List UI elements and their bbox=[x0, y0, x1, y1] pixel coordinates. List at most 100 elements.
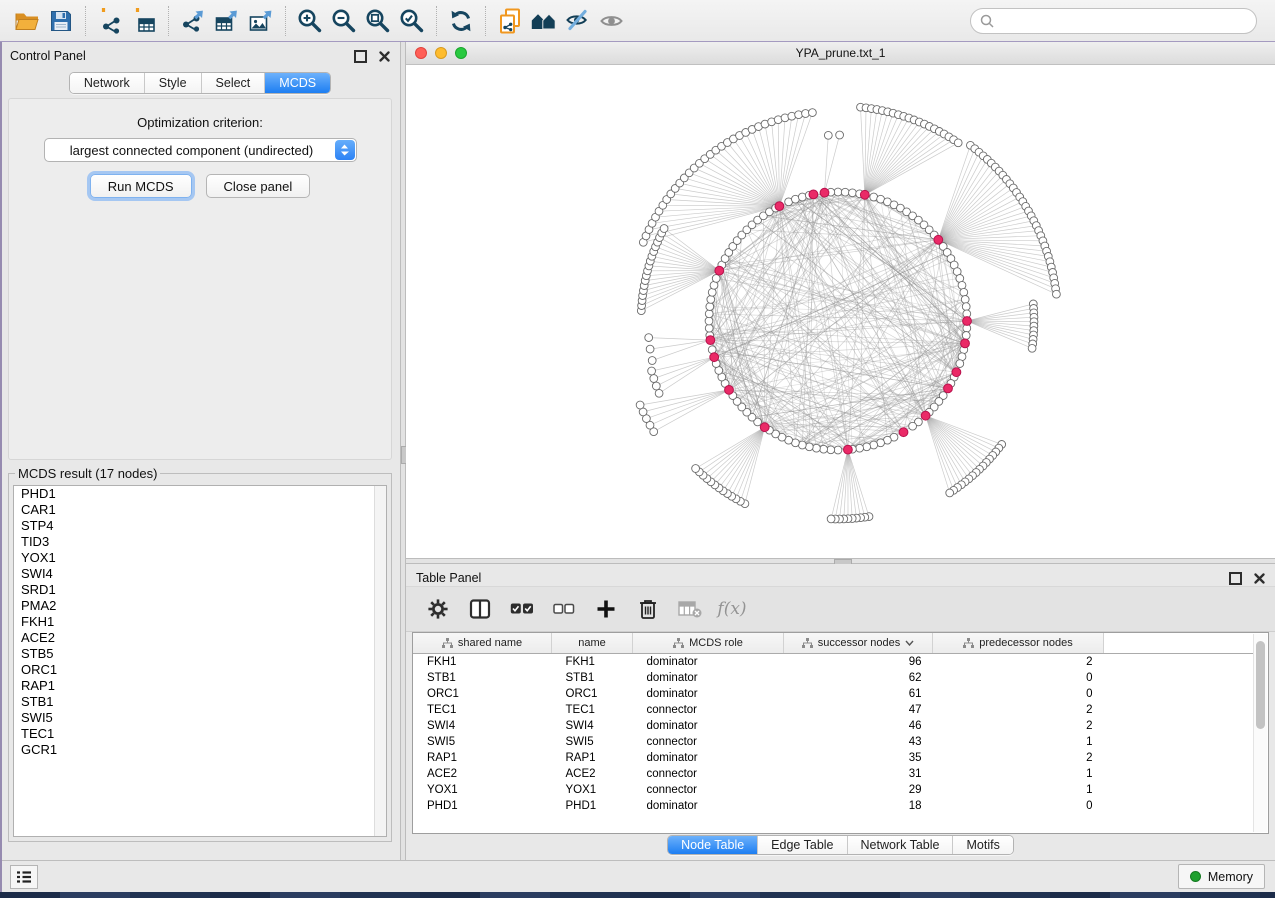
table-row[interactable]: YOX1YOX1connector291 bbox=[413, 782, 1253, 798]
network-node[interactable] bbox=[660, 225, 668, 233]
network-hub-node[interactable] bbox=[944, 384, 953, 393]
network-hub-node[interactable] bbox=[860, 190, 869, 199]
minimize-window-icon[interactable] bbox=[435, 47, 447, 59]
network-node[interactable] bbox=[856, 444, 864, 452]
show-all-button[interactable] bbox=[595, 4, 629, 38]
table-row[interactable]: SWI4SWI4dominator462 bbox=[413, 718, 1253, 734]
table-row[interactable]: ORC1ORC1dominator610 bbox=[413, 686, 1253, 702]
network-hub-node[interactable] bbox=[725, 386, 734, 395]
table-scrollbar[interactable] bbox=[1253, 634, 1267, 832]
result-list-item[interactable]: PMA2 bbox=[14, 598, 386, 614]
network-node[interactable] bbox=[827, 515, 835, 523]
network-node[interactable] bbox=[652, 382, 660, 390]
result-list-scrollbar[interactable] bbox=[374, 486, 386, 836]
network-node[interactable] bbox=[956, 360, 964, 368]
network-node[interactable] bbox=[962, 332, 970, 340]
tab-edge-table[interactable]: Edge Table bbox=[757, 836, 846, 854]
network-hub-node[interactable] bbox=[921, 411, 930, 420]
network-node[interactable] bbox=[650, 375, 658, 383]
toggle-column-panel-button[interactable] bbox=[464, 592, 496, 626]
network-node[interactable] bbox=[834, 446, 842, 454]
network-node[interactable] bbox=[960, 288, 968, 296]
network-node[interactable] bbox=[705, 317, 713, 325]
result-list-item[interactable]: STB5 bbox=[14, 646, 386, 662]
zoom-out-button[interactable] bbox=[327, 4, 361, 38]
save-session-button[interactable] bbox=[44, 4, 78, 38]
scrollbar-thumb[interactable] bbox=[1256, 641, 1265, 729]
add-column-button[interactable] bbox=[590, 592, 622, 626]
result-list-item[interactable]: STB1 bbox=[14, 694, 386, 710]
network-node[interactable] bbox=[706, 303, 714, 311]
tab-network[interactable]: Network bbox=[70, 73, 144, 93]
column-header-name[interactable]: name bbox=[552, 633, 633, 654]
function-builder-button[interactable]: f(x) bbox=[716, 592, 748, 626]
close-panel-button[interactable]: Close panel bbox=[206, 174, 311, 198]
network-node[interactable] bbox=[849, 189, 857, 197]
network-hub-node[interactable] bbox=[820, 188, 829, 197]
network-node[interactable] bbox=[705, 310, 713, 318]
task-history-button[interactable] bbox=[10, 865, 38, 889]
table-settings-button[interactable] bbox=[422, 592, 454, 626]
close-panel-icon[interactable] bbox=[379, 51, 390, 62]
delete-button[interactable] bbox=[632, 592, 664, 626]
tab-select[interactable]: Select bbox=[201, 73, 265, 93]
network-node[interactable] bbox=[707, 296, 715, 304]
network-node[interactable] bbox=[712, 275, 720, 283]
zoom-fit-button[interactable] bbox=[361, 4, 395, 38]
select-all-columns-button[interactable] bbox=[506, 592, 538, 626]
network-hub-node[interactable] bbox=[760, 423, 769, 432]
network-hub-node[interactable] bbox=[961, 339, 970, 348]
network-node[interactable] bbox=[648, 367, 656, 375]
table-row[interactable]: PHD1PHD1dominator180 bbox=[413, 798, 1253, 814]
result-list-item[interactable]: RAP1 bbox=[14, 678, 386, 694]
network-node[interactable] bbox=[648, 357, 656, 365]
memory-button[interactable]: Memory bbox=[1178, 864, 1265, 889]
tab-network-table[interactable]: Network Table bbox=[847, 836, 953, 854]
network-node[interactable] bbox=[655, 389, 663, 397]
column-header-mcds-role[interactable]: MCDS role bbox=[633, 633, 784, 654]
network-node[interactable] bbox=[692, 465, 700, 473]
network-node[interactable] bbox=[841, 188, 849, 196]
result-list-item[interactable]: TEC1 bbox=[14, 726, 386, 742]
network-hub-node[interactable] bbox=[706, 336, 715, 345]
import-table-button[interactable] bbox=[127, 4, 161, 38]
tab-mcds[interactable]: MCDS bbox=[264, 73, 330, 93]
run-mcds-button[interactable]: Run MCDS bbox=[90, 174, 192, 198]
network-node[interactable] bbox=[870, 441, 878, 449]
network-hub-node[interactable] bbox=[809, 190, 818, 199]
column-header-shared-name[interactable]: shared name bbox=[413, 633, 552, 654]
network-node[interactable] bbox=[946, 489, 954, 497]
network-node[interactable] bbox=[1053, 290, 1061, 298]
network-node[interactable] bbox=[708, 288, 716, 296]
network-hub-node[interactable] bbox=[715, 266, 724, 275]
network-hub-node[interactable] bbox=[899, 428, 908, 437]
network-hub-node[interactable] bbox=[952, 368, 961, 377]
result-list-item[interactable]: ORC1 bbox=[14, 662, 386, 678]
tab-style[interactable]: Style bbox=[144, 73, 201, 93]
network-node[interactable] bbox=[961, 296, 969, 304]
network-node[interactable] bbox=[954, 139, 962, 147]
table-row[interactable]: STB1STB1dominator620 bbox=[413, 670, 1253, 686]
export-table-button[interactable] bbox=[210, 4, 244, 38]
network-hub-node[interactable] bbox=[844, 445, 853, 454]
close-window-icon[interactable] bbox=[415, 47, 427, 59]
network-node[interactable] bbox=[636, 401, 644, 409]
network-node[interactable] bbox=[962, 303, 970, 311]
column-header-successor-nodes[interactable]: successor nodes bbox=[784, 633, 933, 654]
tab-node-table[interactable]: Node Table bbox=[668, 836, 757, 854]
table-row[interactable]: FKH1FKH1dominator962 bbox=[413, 654, 1253, 671]
network-node[interactable] bbox=[645, 334, 653, 342]
network-node[interactable] bbox=[646, 345, 654, 353]
network-hub-node[interactable] bbox=[775, 202, 784, 211]
result-list-item[interactable]: CAR1 bbox=[14, 502, 386, 518]
result-list-item[interactable]: SWI4 bbox=[14, 566, 386, 582]
network-node[interactable] bbox=[834, 188, 842, 196]
network-node[interactable] bbox=[827, 446, 835, 454]
export-network-button[interactable] bbox=[176, 4, 210, 38]
column-header-predecessor-nodes[interactable]: predecessor nodes bbox=[933, 633, 1104, 654]
network-node[interactable] bbox=[863, 443, 871, 451]
float-panel-icon[interactable] bbox=[1229, 572, 1242, 585]
network-canvas[interactable] bbox=[406, 65, 1275, 558]
network-node[interactable] bbox=[1028, 344, 1036, 352]
result-list-item[interactable]: ACE2 bbox=[14, 630, 386, 646]
